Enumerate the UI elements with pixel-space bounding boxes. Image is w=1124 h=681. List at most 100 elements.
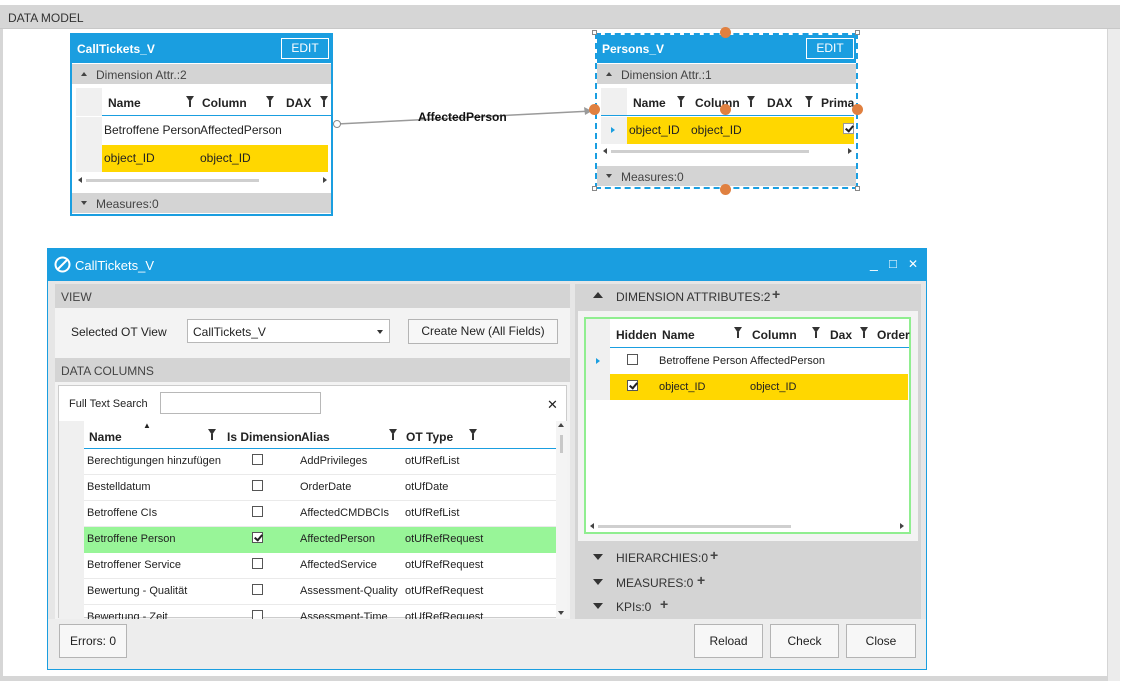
horizontal-scrollbar[interactable] xyxy=(601,146,854,156)
column-header-ot-type[interactable]: OT Type xyxy=(406,430,453,444)
canvas-vertical-scrollbar[interactable] xyxy=(1107,29,1120,681)
add-dimension-icon[interactable]: + xyxy=(772,286,780,302)
close-button[interactable]: Close xyxy=(846,624,916,658)
column-header-primary[interactable]: Primar xyxy=(821,96,854,110)
add-measure-icon[interactable]: + xyxy=(697,572,705,588)
filter-icon[interactable] xyxy=(812,327,820,338)
dimension-row-column[interactable]: object_ID xyxy=(750,381,796,393)
check-button[interactable]: Check xyxy=(770,624,839,658)
table-row[interactable]: Bestelldatum OrderDate otUfDate xyxy=(84,475,556,501)
ot-view-select[interactable]: CallTickets_V xyxy=(187,319,390,343)
column-header-is-dimension[interactable]: Is Dimension xyxy=(227,430,302,444)
column-header-dax[interactable]: DAX xyxy=(286,96,311,110)
full-text-search-input[interactable] xyxy=(160,392,321,414)
corner-handle[interactable] xyxy=(855,186,860,191)
resize-handle[interactable] xyxy=(720,104,731,115)
maximize-icon[interactable]: □ xyxy=(889,256,897,271)
column-header-name[interactable]: Name xyxy=(662,328,695,342)
column-header-dax[interactable]: Dax xyxy=(830,328,852,342)
create-new-button[interactable]: Create New (All Fields) xyxy=(408,319,558,344)
column-header-column[interactable]: Column xyxy=(202,96,247,110)
resize-handle[interactable] xyxy=(720,27,731,38)
attribute-name[interactable]: object_ID xyxy=(629,123,680,137)
table-row[interactable]: Betroffener Service AffectedService otUf… xyxy=(84,553,556,579)
column-header-dax[interactable]: DAX xyxy=(767,96,792,110)
measures-header[interactable]: MEASURES:0 + xyxy=(575,571,921,595)
filter-icon[interactable] xyxy=(389,429,397,440)
column-header-name[interactable]: Name xyxy=(89,430,122,444)
corner-handle[interactable] xyxy=(592,186,597,191)
filter-icon[interactable] xyxy=(186,96,194,107)
filter-icon[interactable] xyxy=(208,429,216,440)
dimension-attributes-section[interactable]: Dimension Attr.:2 xyxy=(72,64,331,84)
resize-handle[interactable] xyxy=(852,104,863,115)
table-row[interactable]: Bewertung - Zeit Assessment-Time otUfRef… xyxy=(84,605,556,619)
filter-icon[interactable] xyxy=(469,429,477,440)
is-dimension-checkbox[interactable] xyxy=(252,454,263,465)
column-header-name[interactable]: Name xyxy=(633,96,666,110)
dimension-row-name[interactable]: object_ID xyxy=(659,381,705,393)
horizontal-scrollbar[interactable] xyxy=(588,521,906,531)
hidden-checkbox[interactable] xyxy=(627,354,638,365)
attribute-name[interactable]: object_ID xyxy=(104,151,155,165)
column-header-hidden[interactable]: Hidden xyxy=(616,328,657,342)
expand-icon[interactable] xyxy=(81,201,87,205)
clear-search-icon[interactable]: ✕ xyxy=(547,397,558,413)
column-header-name[interactable]: Name xyxy=(108,96,141,110)
collapse-icon[interactable] xyxy=(593,292,603,298)
expand-icon[interactable] xyxy=(593,579,603,585)
table-row-selected[interactable]: Betroffene Person AffectedPerson otUfRef… xyxy=(84,527,556,553)
collapse-icon[interactable] xyxy=(81,72,87,76)
is-dimension-checkbox[interactable] xyxy=(252,480,263,491)
is-dimension-checkbox[interactable] xyxy=(252,584,263,595)
kpis-header[interactable]: KPIs:0 + xyxy=(575,595,921,619)
hierarchies-header[interactable]: HIERARCHIES:0 + xyxy=(575,546,921,570)
expand-icon[interactable] xyxy=(593,554,603,560)
close-icon[interactable]: ✕ xyxy=(908,257,918,271)
expand-icon[interactable] xyxy=(593,603,603,609)
filter-icon[interactable] xyxy=(747,96,755,107)
is-dimension-checkbox[interactable] xyxy=(252,532,263,543)
data-columns-vertical-scrollbar[interactable] xyxy=(556,421,567,618)
column-header-alias[interactable]: Alias xyxy=(301,430,330,444)
reload-button[interactable]: Reload xyxy=(694,624,763,658)
table-row[interactable]: Bewertung - Qualität Assessment-Quality … xyxy=(84,579,556,605)
filter-icon[interactable] xyxy=(734,327,742,338)
add-hierarchy-icon[interactable]: + xyxy=(710,547,718,563)
dimension-row-column[interactable]: AffectedPerson xyxy=(750,355,825,367)
corner-handle[interactable] xyxy=(592,30,597,35)
edit-button[interactable]: EDIT xyxy=(806,38,854,59)
attribute-column[interactable]: AffectedPerson xyxy=(200,123,282,137)
attribute-name[interactable]: Betroffene Person xyxy=(104,123,201,137)
expand-icon[interactable] xyxy=(606,174,612,178)
measures-section[interactable]: Measures:0 xyxy=(72,193,331,213)
dimension-attributes-section[interactable]: Dimension Attr.:1 xyxy=(597,64,856,84)
is-dimension-checkbox[interactable] xyxy=(252,558,263,569)
hidden-checkbox[interactable] xyxy=(627,380,638,391)
attribute-column[interactable]: object_ID xyxy=(200,151,251,165)
errors-indicator[interactable]: Errors: 0 xyxy=(59,624,127,658)
column-header-column[interactable]: Column xyxy=(752,328,797,342)
attribute-column[interactable]: object_ID xyxy=(691,123,742,137)
resize-handle[interactable] xyxy=(720,184,731,195)
table-row[interactable]: Berechtigungen hinzufügen AddPrivileges … xyxy=(84,449,556,475)
entity-calltickets[interactable]: CallTickets_V EDIT Dimension Attr.:2 Nam… xyxy=(70,33,333,216)
add-kpi-icon[interactable]: + xyxy=(660,596,668,612)
column-header-column[interactable]: Column xyxy=(695,96,740,110)
dimension-row-name[interactable]: Betroffene Person xyxy=(659,355,747,367)
filter-icon[interactable] xyxy=(677,96,685,107)
dimension-attributes-header[interactable]: DIMENSION ATTRIBUTES:2 + xyxy=(575,284,921,308)
chevron-down-icon[interactable] xyxy=(377,330,383,334)
is-dimension-checkbox[interactable] xyxy=(252,506,263,517)
edit-button[interactable]: EDIT xyxy=(281,38,329,59)
minimize-icon[interactable]: _ xyxy=(870,255,878,271)
corner-handle[interactable] xyxy=(855,30,860,35)
is-dimension-checkbox[interactable] xyxy=(252,610,263,619)
filter-icon[interactable] xyxy=(266,96,274,107)
filter-icon[interactable] xyxy=(860,327,868,338)
collapse-icon[interactable] xyxy=(606,72,612,76)
table-row[interactable]: Betroffene CIs AffectedCMDBCIs otUfRefLi… xyxy=(84,501,556,527)
horizontal-scrollbar[interactable] xyxy=(76,175,329,185)
column-header-order[interactable]: Order xyxy=(877,328,910,342)
filter-icon[interactable] xyxy=(320,96,328,107)
